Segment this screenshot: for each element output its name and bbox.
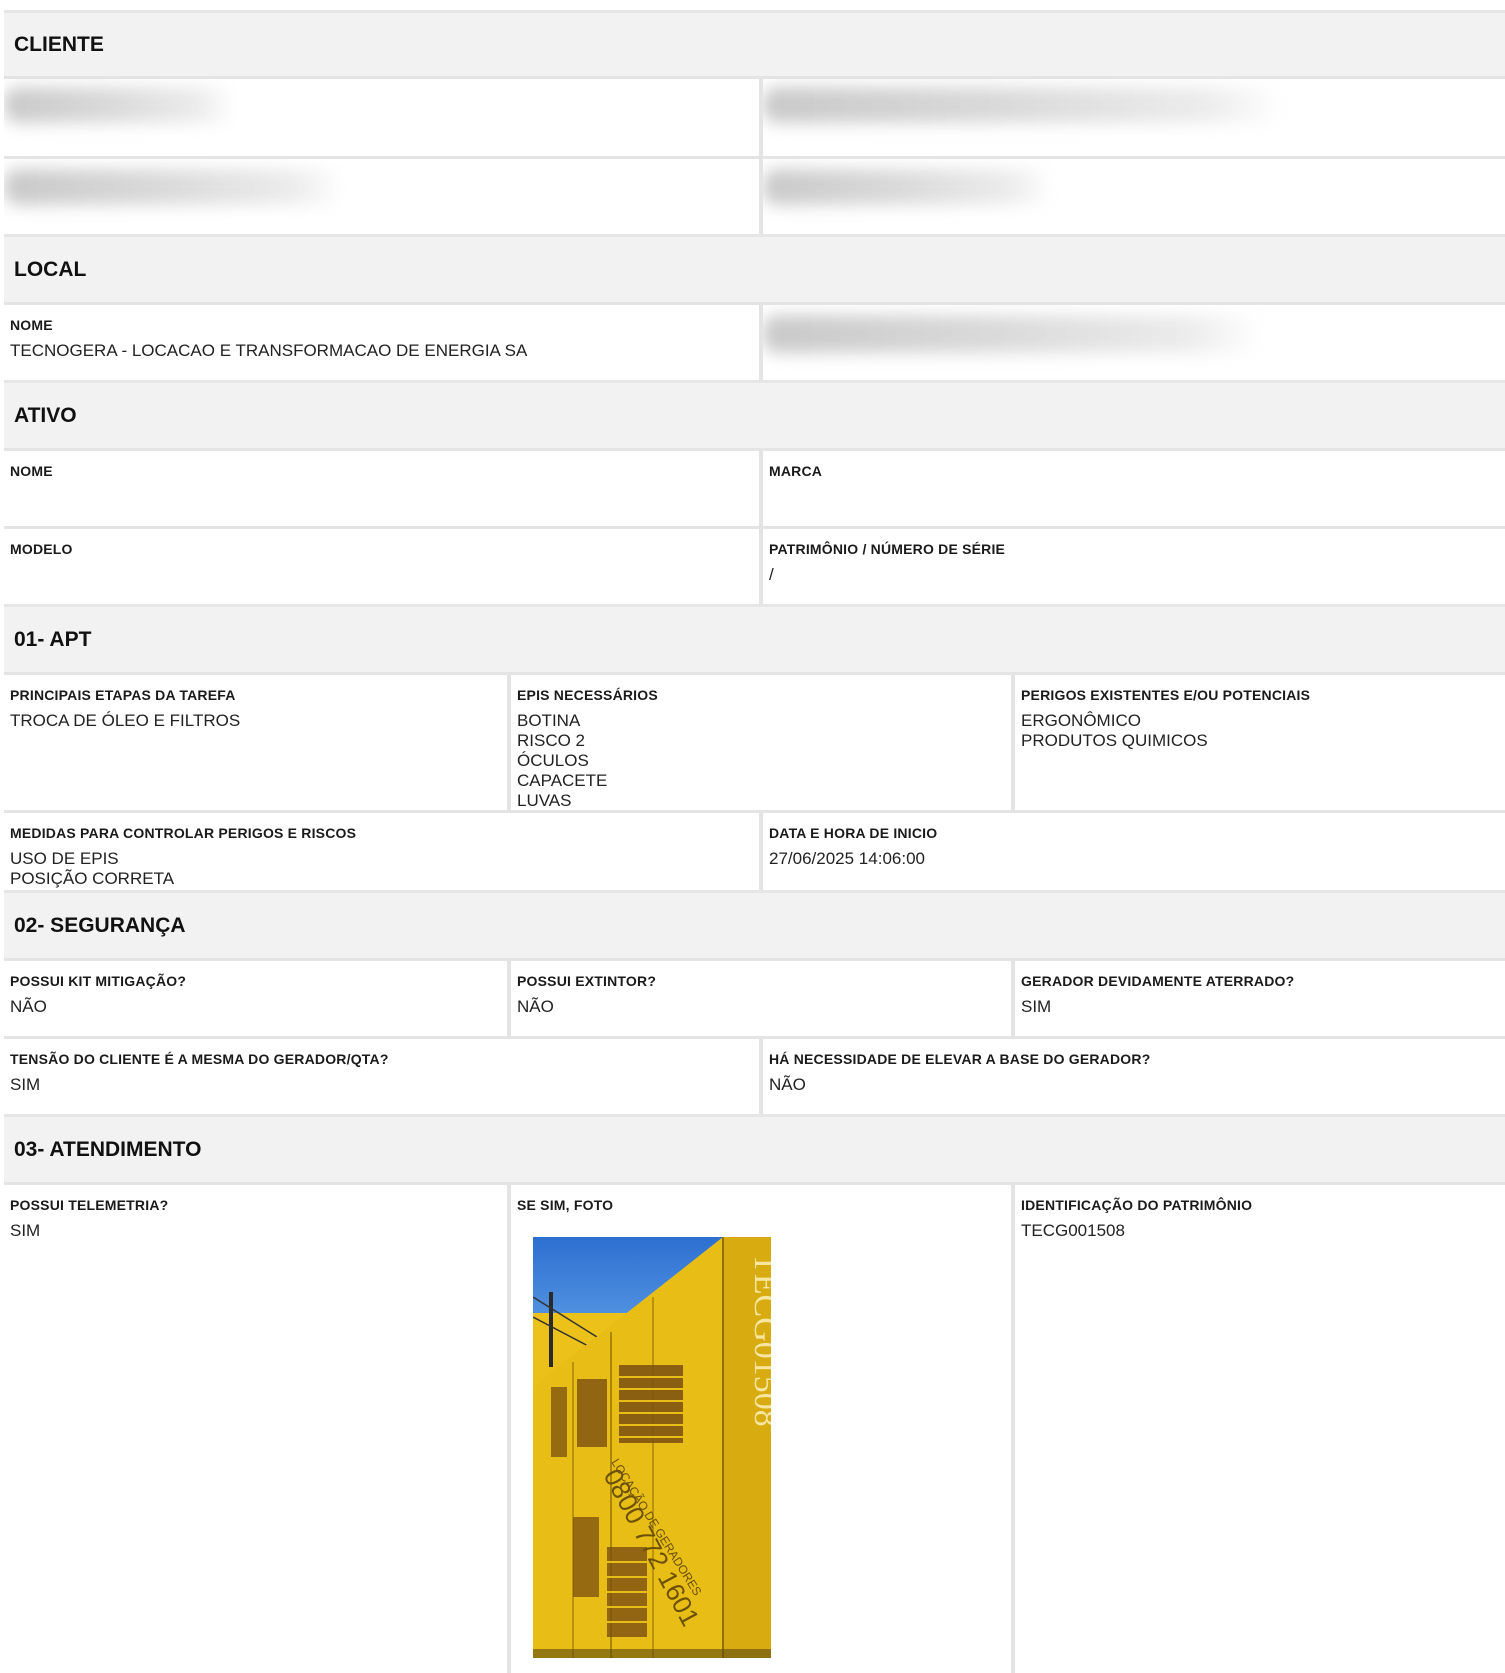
ativo-row-1: NOME MARCA [4,448,1505,526]
field-value: USO DE EPIS POSIÇÃO CORRETA [10,849,175,888]
report-page: CLIENTE LOCAL NOME TECNOGERA - LOCACAO E… [0,0,1505,1673]
field-label: POSSUI EXTINTOR? [517,973,657,989]
field-label: GERADOR DEVIDAMENTE ATERRADO? [1021,973,1295,989]
field-value: SIM [10,1075,41,1094]
ativo-nome-cell: NOME [4,448,759,526]
apt-epis-cell: EPIS NECESSÁRIOS BOTINA RISCO 2 ÓCULOS C… [507,672,1011,810]
field-label: PRINCIPAIS ETAPAS DA TAREFA [10,687,236,703]
field-label: MEDIDAS PARA CONTROLAR PERIGOS E RISCOS [10,825,357,841]
field-label: SE SIM, FOTO [517,1197,614,1213]
atendimento-telemetria-cell: POSSUI TELEMETRIA? SIM [4,1182,507,1673]
ativo-modelo-cell: MODELO [4,526,759,604]
field-label: IDENTIFICAÇÃO DO PATRIMÔNIO [1021,1197,1253,1213]
cliente-cell-3 [4,156,759,234]
seguranca-elevar-cell: HÁ NECESSIDADE DE ELEVAR A BASE DO GERAD… [759,1036,1505,1114]
cliente-cell-1 [4,76,759,156]
section-local: LOCAL [4,234,1505,302]
section-title-apt: 01- APT [14,627,92,651]
field-value: ERGONÔMICO PRODUTOS QUIMICOS [1021,711,1208,750]
field-value: NÃO [517,997,554,1016]
field-value: SIM [1021,997,1052,1016]
cliente-row-1 [4,76,1505,156]
section-title-local: LOCAL [14,257,87,281]
seguranca-kit-cell: POSSUI KIT MITIGAÇÃO? NÃO [4,958,507,1036]
field-label: POSSUI KIT MITIGAÇÃO? [10,973,187,989]
field-value: TROCA DE ÓLEO E FILTROS [10,711,241,730]
seguranca-extintor-cell: POSSUI EXTINTOR? NÃO [507,958,1011,1036]
field-label: MARCA [769,463,823,479]
ativo-row-2: MODELO PATRIMÔNIO / NÚMERO DE SÉRIE / [4,526,1505,604]
section-ativo: ATIVO [4,380,1505,448]
redacted-text [4,87,234,123]
seguranca-row-2: TENSÃO DO CLIENTE É A MESMA DO GERADOR/Q… [4,1036,1505,1114]
field-value: 27/06/2025 14:06:00 [769,849,925,868]
ativo-marca-cell: MARCA [759,448,1505,526]
local-cell-2 [759,302,1505,380]
redacted-text [4,169,344,205]
cliente-row-2 [4,156,1505,234]
field-label: PATRIMÔNIO / NÚMERO DE SÉRIE [769,541,1006,557]
section-title-atendimento: 03- ATENDIMENTO [14,1137,202,1161]
ativo-patrimonio-cell: PATRIMÔNIO / NÚMERO DE SÉRIE / [759,526,1505,604]
cliente-cell-4 [759,156,1505,234]
apt-row-1: PRINCIPAIS ETAPAS DA TAREFA TROCA DE ÓLE… [4,672,1505,810]
section-atendimento: 03- ATENDIMENTO [4,1114,1505,1182]
section-apt: 01- APT [4,604,1505,672]
apt-row-2: MEDIDAS PARA CONTROLAR PERIGOS E RISCOS … [4,810,1505,890]
field-value: SIM [10,1221,41,1240]
field-label: NOME [10,317,53,333]
field-label: EPIS NECESSÁRIOS [517,687,658,703]
apt-perigos-cell: PERIGOS EXISTENTES E/OU POTENCIAIS ERGON… [1011,672,1505,810]
section-title-cliente: CLIENTE [14,32,104,56]
cliente-cell-2 [759,76,1505,156]
section-title-seguranca: 02- SEGURANÇA [14,913,186,937]
field-value: / [769,565,774,584]
field-label: NOME [10,463,53,479]
seguranca-tensao-cell: TENSÃO DO CLIENTE É A MESMA DO GERADOR/Q… [4,1036,759,1114]
redacted-text [763,87,1283,123]
field-label: POSSUI TELEMETRIA? [10,1197,169,1213]
redacted-text [763,315,1263,353]
redacted-text [763,169,1053,205]
field-value: TECG001508 [1021,1221,1125,1240]
generator-photo: LOCAÇÃO DE GERADORES 0800 772 1601 TECG0… [533,1237,771,1658]
apt-etapas-cell: PRINCIPAIS ETAPAS DA TAREFA TROCA DE ÓLE… [4,672,507,810]
generator-photo-illustration: LOCAÇÃO DE GERADORES 0800 772 1601 TECG0… [533,1237,771,1658]
seguranca-row-1: POSSUI KIT MITIGAÇÃO? NÃO POSSUI EXTINTO… [4,958,1505,1036]
field-value: NÃO [10,997,47,1016]
field-value: TECNOGERA - LOCACAO E TRANSFORMACAO DE E… [10,341,528,360]
apt-medidas-cell: MEDIDAS PARA CONTROLAR PERIGOS E RISCOS … [4,810,759,890]
section-title-ativo: ATIVO [14,403,77,427]
section-cliente: CLIENTE [4,10,1505,76]
field-label: HÁ NECESSIDADE DE ELEVAR A BASE DO GERAD… [769,1051,1151,1067]
local-nome-cell: NOME TECNOGERA - LOCACAO E TRANSFORMACAO… [4,302,759,380]
local-row: NOME TECNOGERA - LOCACAO E TRANSFORMACAO… [4,302,1505,380]
field-label: TENSÃO DO CLIENTE É A MESMA DO GERADOR/Q… [10,1051,389,1067]
apt-data-cell: DATA E HORA DE INICIO 27/06/2025 14:06:0… [759,810,1505,890]
field-value: NÃO [769,1075,806,1094]
atendimento-identificacao-cell: IDENTIFICAÇÃO DO PATRIMÔNIO TECG001508 [1011,1182,1505,1673]
field-label: PERIGOS EXISTENTES E/OU POTENCIAIS [1021,687,1311,703]
seguranca-aterrado-cell: GERADOR DEVIDAMENTE ATERRADO? SIM [1011,958,1505,1036]
section-seguranca: 02- SEGURANÇA [4,890,1505,958]
field-label: DATA E HORA DE INICIO [769,825,938,841]
photo-vertical-text: TECG01508 [747,1253,771,1427]
field-value: BOTINA RISCO 2 ÓCULOS CAPACETE LUVAS [517,711,608,810]
field-label: MODELO [10,541,73,557]
